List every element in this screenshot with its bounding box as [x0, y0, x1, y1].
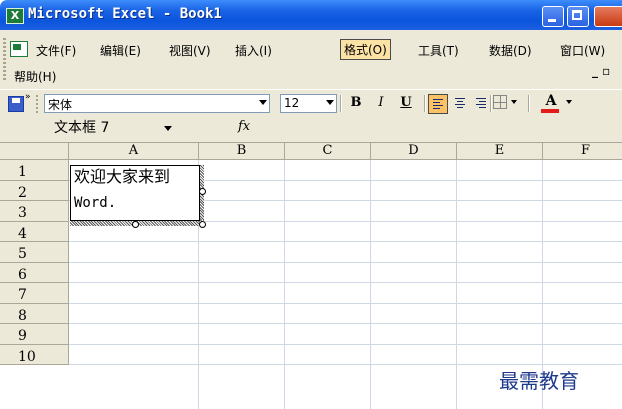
menu-help[interactable]: 帮助(H) — [11, 67, 59, 86]
formula-bar: 文本框 7 fx — [0, 116, 622, 143]
toolbar-separator — [424, 95, 426, 112]
text-box-line-2: Word. — [74, 195, 117, 211]
chevron-down-icon[interactable] — [259, 100, 267, 105]
toolbar-options-icon[interactable]: » — [25, 93, 31, 102]
gridline-vertical — [284, 160, 285, 409]
menu-grip[interactable] — [3, 38, 6, 82]
chevron-down-icon[interactable] — [326, 100, 334, 105]
gridline-horizontal — [69, 344, 622, 345]
column-header-f[interactable]: F — [543, 143, 622, 160]
borders-icon[interactable] — [493, 95, 507, 109]
gridline-horizontal — [69, 282, 622, 283]
menu-view[interactable]: 视图(V) — [166, 41, 214, 60]
bold-button[interactable]: B — [346, 95, 366, 111]
chevron-down-icon[interactable] — [164, 126, 172, 131]
align-right-button[interactable] — [472, 94, 490, 112]
font-name-value: 宋体 — [48, 98, 73, 112]
row-header-6[interactable]: 6 — [0, 263, 69, 283]
menu-bar: 文件(F) 编辑(E) 视图(V) 插入(I) 格式(O) 工具(T) 数据(D… — [0, 30, 622, 89]
excel-app-icon[interactable]: X — [6, 8, 24, 24]
row-header-1[interactable]: 1 — [0, 160, 69, 181]
close-button[interactable] — [594, 6, 622, 27]
document-window-controls[interactable]: _ ▫ — [592, 64, 610, 78]
resize-handle[interactable] — [199, 221, 206, 228]
underline-button[interactable]: U — [396, 95, 416, 111]
menu-format[interactable]: 格式(O) — [340, 39, 391, 60]
resize-handle[interactable] — [199, 188, 206, 195]
font-color-button[interactable]: A — [542, 93, 560, 109]
font-color-swatch — [541, 109, 559, 113]
font-name-select[interactable]: 宋体 — [44, 94, 270, 113]
row-header-4[interactable]: 4 — [0, 222, 69, 242]
menu-tools[interactable]: 工具(T) — [415, 41, 462, 60]
column-header-b[interactable]: B — [199, 143, 285, 160]
menu-data[interactable]: 数据(D) — [486, 41, 535, 60]
row-header-9[interactable]: 9 — [0, 324, 69, 345]
workbook-icon[interactable] — [10, 41, 28, 57]
maximize-button[interactable] — [567, 6, 589, 27]
column-header-d[interactable]: D — [371, 143, 457, 160]
gridline-vertical — [370, 160, 371, 409]
chevron-down-icon[interactable] — [566, 100, 572, 104]
text-box[interactable]: 欢迎大家来到 Word. — [70, 165, 200, 221]
row-header-2[interactable]: 2 — [0, 181, 69, 201]
menu-edit[interactable]: 编辑(E) — [97, 41, 144, 60]
row-header-3[interactable]: 3 — [0, 201, 69, 222]
minimize-button[interactable] — [542, 6, 564, 27]
font-size-select[interactable]: 12 — [280, 94, 337, 113]
column-header-c[interactable]: C — [285, 143, 371, 160]
toolbar-separator — [490, 95, 492, 112]
row-header-7[interactable]: 7 — [0, 283, 69, 304]
row-header-10[interactable]: 10 — [0, 345, 69, 365]
row-header-8[interactable]: 8 — [0, 304, 69, 324]
column-header-a[interactable]: A — [69, 143, 199, 160]
formatting-toolbar: » 宋体 12 B I U A — [0, 89, 622, 117]
align-left-button[interactable] — [428, 94, 448, 114]
align-center-button[interactable] — [451, 94, 469, 112]
menu-window[interactable]: 窗口(W) — [557, 41, 608, 60]
name-box-value: 文本框 7 — [54, 120, 110, 136]
menu-file[interactable]: 文件(F) — [33, 41, 79, 60]
toolbar-grip[interactable] — [36, 95, 38, 113]
gridline-horizontal — [69, 262, 622, 263]
menu-insert[interactable]: 插入(I) — [232, 41, 275, 60]
window-title: Microsoft Excel - Book1 — [28, 6, 222, 22]
save-icon[interactable] — [8, 96, 24, 112]
name-box[interactable]: 文本框 7 — [48, 120, 188, 137]
font-size-value: 12 — [284, 96, 300, 110]
watermark-text: 最需教育 — [499, 369, 579, 393]
insert-function-icon[interactable]: fx — [238, 119, 250, 134]
title-bar: X Microsoft Excel - Book1 — [0, 0, 622, 30]
text-box-line-1: 欢迎大家来到 — [74, 167, 171, 186]
gridline-vertical — [456, 160, 457, 409]
row-header-5[interactable]: 5 — [0, 242, 69, 263]
toolbar-separator — [528, 95, 530, 112]
chevron-down-icon[interactable] — [511, 100, 517, 104]
gridline-horizontal — [69, 241, 622, 242]
resize-handle[interactable] — [132, 221, 139, 228]
column-header-e[interactable]: E — [457, 143, 543, 160]
gridline-horizontal — [69, 303, 622, 304]
italic-button[interactable]: I — [371, 95, 391, 111]
select-all-corner[interactable] — [0, 143, 69, 160]
gridline-horizontal — [69, 323, 622, 324]
toolbar-separator — [340, 95, 342, 112]
